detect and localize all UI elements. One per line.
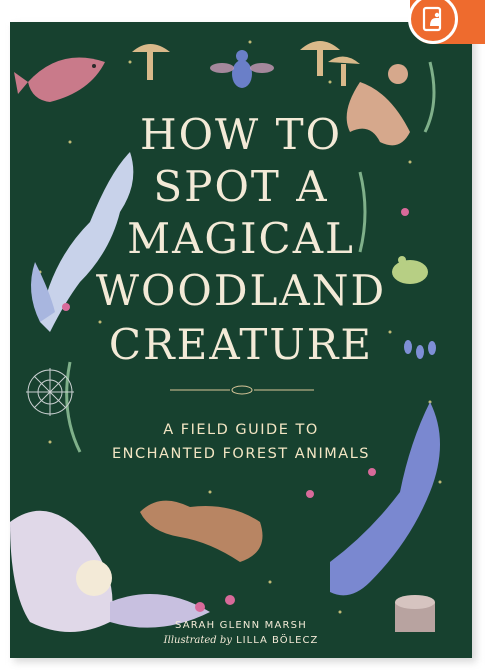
subtitle-line-1: A FIELD GUIDE TO xyxy=(163,422,319,438)
title-line-2: SPOT A xyxy=(153,162,329,211)
subtitle-line-2: ENCHANTED FOREST ANIMALS xyxy=(111,446,370,462)
fish-illustration xyxy=(14,57,105,102)
illustrator-name: LILLA BÖLECZ xyxy=(236,635,319,646)
author-name: SARAH GLENN MARSH xyxy=(175,620,307,631)
ebook-reader-icon[interactable] xyxy=(408,0,458,44)
illustrated-by-label: Illustrated by xyxy=(163,635,232,646)
title-line-4: WOODLAND xyxy=(95,266,387,315)
title-line-3: MAGICAL xyxy=(127,214,355,263)
beetle-illustration xyxy=(210,50,274,88)
title-line-1: HOW TO xyxy=(139,110,343,159)
ebook-badge[interactable] xyxy=(408,0,485,44)
title-line-5: CREATURE xyxy=(108,320,374,369)
book-cover[interactable]: HOW TO SPOT A MAGICAL WOODLAND CREATURE … xyxy=(10,22,472,658)
squirrel-illustration xyxy=(140,500,263,562)
illustrator-credit: Illustrated by LILLA BÖLECZ xyxy=(10,635,472,646)
